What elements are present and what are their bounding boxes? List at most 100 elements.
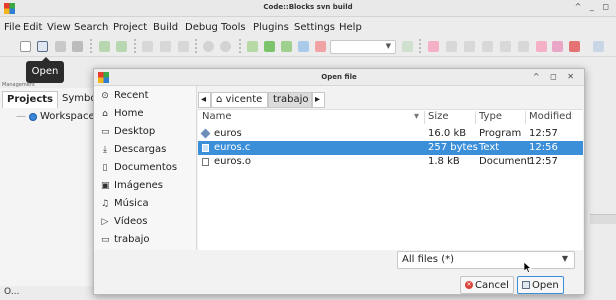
file-type-filter[interactable]: All files (*) ▼ [397, 251, 575, 269]
file-modified: 12:57 [529, 156, 558, 167]
menu-edit[interactable]: Edit [23, 22, 42, 33]
menu-debug[interactable]: Debug [185, 22, 218, 33]
cancel-label: Cancel [475, 279, 509, 291]
column-name[interactable]: Name [202, 110, 232, 125]
place-label: Descargas [114, 144, 167, 155]
column-size[interactable]: Size [428, 110, 449, 125]
menu-build[interactable]: Build [153, 22, 178, 33]
menu-bar: File Edit View Search Project Build Debu… [0, 19, 616, 36]
place-descargas[interactable]: ⤓ Descargas [101, 144, 166, 155]
cut-icon[interactable] [142, 41, 153, 52]
run-to-cursor-icon[interactable] [446, 41, 457, 52]
path-segment-vicente[interactable]: ⌂ vicente [211, 92, 268, 108]
places-sidebar: ⊙ Recent ⌂ Home ▭ Desktop ⤓ Descargas ▯ … [94, 86, 197, 250]
debugging-windows-icon[interactable] [593, 41, 604, 52]
menu-help[interactable]: Help [339, 22, 362, 33]
tab-projects[interactable]: Projects [2, 91, 59, 108]
file-modified: 12:56 [529, 142, 558, 153]
path-back-button[interactable]: ◂ [198, 92, 211, 108]
rebuild-icon[interactable] [298, 41, 309, 52]
place-documentos[interactable]: ▯ Documentos [101, 162, 178, 173]
place-musica[interactable]: ♫ Música [101, 198, 149, 209]
debug-icon[interactable] [428, 41, 439, 52]
menu-file[interactable]: File [4, 22, 21, 33]
document-icon [202, 158, 209, 166]
file-size: 1.8 kB [428, 156, 460, 167]
replace-icon[interactable] [220, 41, 231, 52]
chevron-down-icon: ▼ [561, 254, 568, 263]
file-row[interactable]: euros.o 1.8 kB Document 12:57 [198, 155, 583, 169]
menu-search[interactable]: Search [74, 22, 108, 33]
app-window-buttons[interactable]: ^ _ ◻ [575, 2, 612, 11]
new-file-icon[interactable] [20, 41, 31, 52]
home-icon: ⌂ [102, 108, 108, 119]
mouse-pointer-icon [524, 262, 532, 273]
clock-icon: ⊙ [101, 90, 109, 101]
place-desktop[interactable]: ▭ Desktop [101, 126, 155, 137]
folder-icon: ▭ [101, 126, 110, 137]
image-icon: ▣ [101, 180, 110, 191]
copy-icon[interactable] [160, 41, 171, 52]
video-icon: ▷ [101, 216, 109, 227]
open-label: Open [532, 279, 559, 291]
run-icon[interactable] [264, 41, 275, 52]
open-button[interactable]: Open [517, 276, 564, 294]
menu-plugins[interactable]: Plugins [253, 22, 289, 33]
redo-icon[interactable] [116, 41, 127, 52]
column-type[interactable]: Type [479, 110, 502, 125]
file-size: 16.0 kB [428, 128, 467, 139]
text-file-icon [202, 144, 209, 152]
dialog-titlebar: Open file ^ ◻ ✕ [94, 69, 584, 86]
file-size: 257 bytes [428, 142, 478, 153]
next-line-icon[interactable] [464, 41, 475, 52]
find-icon[interactable] [203, 41, 214, 52]
file-row-selected[interactable]: euros.c 257 bytes Text 12:56 [198, 141, 583, 155]
cancel-button[interactable]: ✕ Cancel [460, 276, 514, 294]
path-forward-button[interactable]: ▸ [312, 92, 325, 108]
build-icon[interactable] [247, 41, 258, 52]
menu-settings[interactable]: Settings [294, 22, 335, 33]
place-label: Recent [114, 90, 149, 101]
abort-icon[interactable] [315, 41, 326, 52]
column-modified[interactable]: Modified [529, 110, 572, 125]
save-icon[interactable] [55, 41, 66, 52]
column-divider [475, 111, 476, 124]
build-run-icon[interactable] [281, 41, 292, 52]
place-recent[interactable]: ⊙ Recent [101, 90, 149, 101]
workspace-tree-item[interactable]: — Workspace [16, 111, 95, 122]
status-text: O... [4, 287, 20, 297]
filter-value: All files (*) [402, 254, 454, 265]
undo-icon[interactable] [99, 41, 110, 52]
file-row[interactable]: euros 16.0 kB Program 12:57 [198, 127, 583, 141]
editor-panel-edge [590, 214, 616, 224]
stop-debugger-icon[interactable] [569, 41, 580, 52]
place-videos[interactable]: ▷ Vídeos [101, 216, 148, 227]
place-imagenes[interactable]: ▣ Imágenes [101, 180, 163, 191]
column-divider [525, 111, 526, 124]
break-debugger-icon[interactable] [552, 41, 563, 52]
path-segment-label: vicente [225, 94, 263, 105]
place-label: trabajo [114, 234, 150, 245]
paste-icon[interactable] [178, 41, 189, 52]
sort-arrow-icon[interactable]: ▾ [414, 110, 419, 125]
build-target-select[interactable]: ▼ [330, 40, 396, 54]
executable-icon [200, 128, 211, 139]
path-segment-trabajo[interactable]: trabajo [268, 92, 312, 108]
place-trabajo[interactable]: ▭ trabajo [101, 234, 150, 245]
place-home[interactable]: ⌂ Home [101, 108, 143, 119]
download-icon: ⤓ [103, 144, 107, 155]
file-list: Name ▾ Size Type Modified euros 16.0 kB … [198, 109, 583, 250]
open-tooltip: Open [26, 61, 64, 83]
menu-project[interactable]: Project [113, 22, 147, 33]
menu-tools[interactable]: Tools [221, 22, 246, 33]
show-select-target-icon[interactable] [402, 41, 413, 52]
step-into-icon[interactable] [482, 41, 493, 52]
menu-view[interactable]: View [47, 22, 71, 33]
dialog-window-buttons[interactable]: ^ ◻ ✕ [533, 72, 578, 81]
step-out-icon[interactable] [500, 41, 511, 52]
workspace-label: Workspace [40, 111, 95, 122]
next-instruction-icon[interactable] [518, 41, 529, 52]
step-into-instruction-icon[interactable] [536, 41, 547, 52]
save-all-icon[interactable] [72, 41, 83, 52]
open-file-icon[interactable] [37, 41, 48, 52]
